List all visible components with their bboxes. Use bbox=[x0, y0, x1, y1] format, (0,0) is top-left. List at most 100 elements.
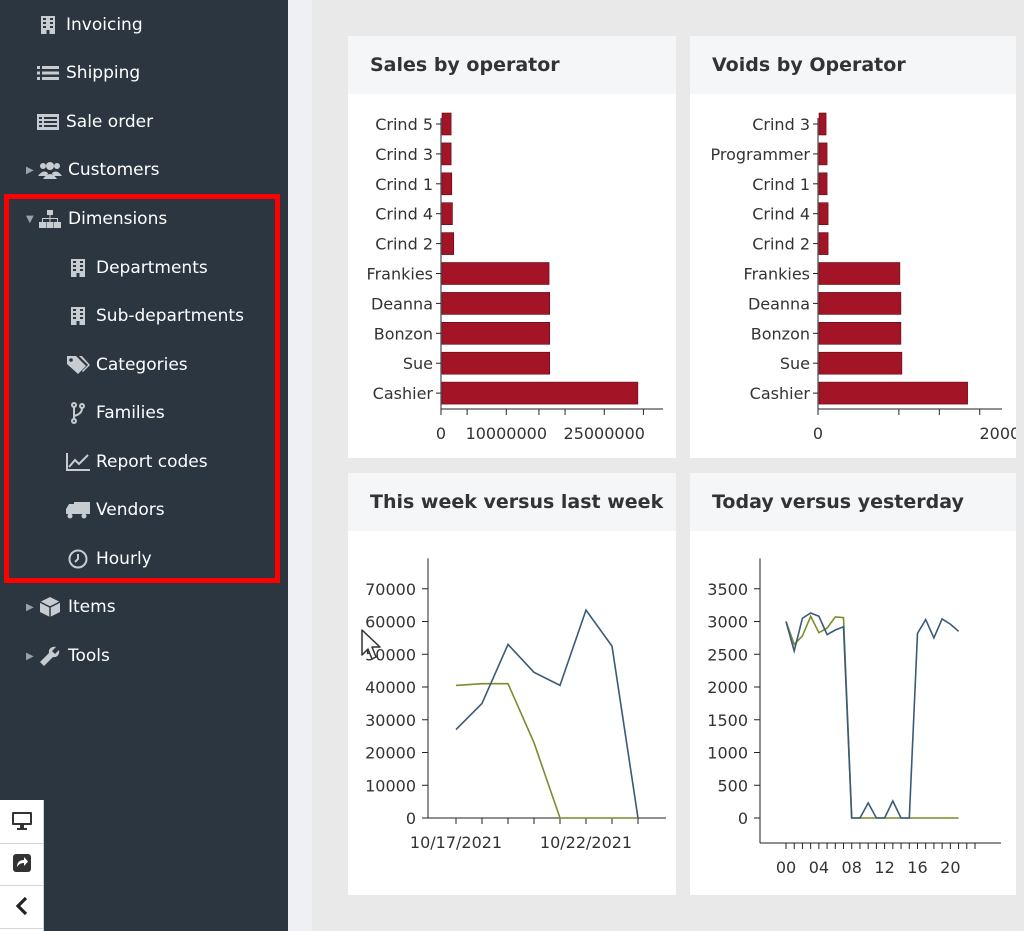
y-tick-label: Crind 2 bbox=[752, 235, 810, 254]
y-tick-label: Crind 1 bbox=[752, 175, 810, 194]
bar bbox=[441, 381, 639, 405]
share-button[interactable] bbox=[0, 844, 44, 886]
day-comparison-title: Today versus yesterday bbox=[690, 473, 1016, 531]
sales-by-operator-card: Sales by operator Crind 5 Crind 3 Crind 1C… bbox=[348, 36, 676, 458]
nav-item-label: Families bbox=[96, 403, 165, 423]
y-tick-label: Deanna bbox=[748, 294, 810, 313]
bottom-toolbar bbox=[0, 800, 44, 931]
caret-right-icon[interactable]: ▶ bbox=[26, 165, 36, 176]
bar bbox=[818, 381, 968, 405]
nav-items[interactable]: ▶ Items bbox=[26, 587, 116, 627]
wrench-icon bbox=[38, 645, 62, 667]
nav-item-label: Dimensions bbox=[68, 209, 168, 229]
caret-right-icon[interactable]: ▶ bbox=[26, 602, 36, 613]
caret-down-icon[interactable]: ▼ bbox=[26, 214, 36, 225]
voids-by-operator-chart: Crind 3 Programmer Crind 1 Crind 4 Crind 2 Fr… bbox=[710, 112, 1016, 443]
desktop-icon bbox=[11, 811, 33, 835]
users-icon bbox=[38, 161, 62, 179]
y-tick-label: 1500 bbox=[707, 711, 748, 730]
y-tick-label: 3000 bbox=[707, 613, 748, 632]
chevron-left-icon bbox=[15, 896, 29, 920]
sidebar: Invoicing Shipping Sale order ▶ Customers ▼ Di… bbox=[0, 0, 288, 931]
collapse-sidebar-button[interactable] bbox=[0, 887, 44, 929]
week-comparison-chart: 01000020000300004000050000600007000010/1… bbox=[365, 558, 666, 852]
series-line-0 bbox=[785, 612, 960, 819]
y-tick-label: Sue bbox=[780, 354, 810, 373]
bar bbox=[818, 112, 827, 136]
x-tick-label: 00 bbox=[776, 858, 796, 877]
nav-item-label: Hourly bbox=[96, 549, 152, 569]
x-tick-label: 25000000 bbox=[564, 424, 645, 443]
bar bbox=[818, 262, 901, 285]
x-tick-label: 10/22/2021 bbox=[540, 833, 632, 852]
nav-departments[interactable]: Departments bbox=[66, 248, 208, 288]
y-tick-label: 30000 bbox=[365, 711, 416, 730]
x-tick-label: 10/17/2021 bbox=[410, 833, 502, 852]
nav-sale-order[interactable]: Sale order bbox=[36, 102, 153, 142]
y-tick-label: Cashier bbox=[373, 384, 434, 403]
nav-dimensions[interactable]: ▼ Dimensions bbox=[26, 199, 167, 239]
nav-report-codes[interactable]: Report codes bbox=[66, 442, 208, 482]
nav-item-label: Shipping bbox=[66, 63, 141, 83]
nav-item-label: Tools bbox=[68, 646, 110, 666]
x-tick-label: 08 bbox=[842, 858, 862, 877]
y-tick-label: Crind 4 bbox=[752, 205, 810, 224]
clock-icon bbox=[66, 549, 90, 569]
voids-by-operator-card: Voids by Operator Crind 3 Programmer Crind… bbox=[690, 36, 1016, 458]
x-tick-label: 0 bbox=[813, 424, 823, 443]
nav-vendors[interactable]: Vendors bbox=[66, 490, 165, 530]
nav-shipping[interactable]: Shipping bbox=[36, 53, 140, 93]
truck-icon bbox=[66, 501, 90, 519]
y-tick-label: 1000 bbox=[707, 744, 748, 763]
sitemap-icon bbox=[38, 210, 62, 228]
nav-categories[interactable]: Categories bbox=[66, 345, 188, 385]
nav-families[interactable]: Families bbox=[66, 393, 165, 433]
chart-line-icon bbox=[66, 453, 90, 471]
bar bbox=[441, 112, 452, 136]
y-tick-label: 2000 bbox=[707, 678, 748, 697]
bar bbox=[818, 172, 828, 196]
y-tick-label: 70000 bbox=[365, 580, 416, 599]
week-comparison-card: This week versus last week 0 10000 20000 30… bbox=[348, 473, 676, 895]
bar bbox=[441, 172, 453, 196]
x-tick-label: 20 bbox=[940, 858, 960, 877]
y-tick-label: 40000 bbox=[365, 678, 416, 697]
nav-invoicing[interactable]: Invoicing bbox=[36, 5, 143, 45]
bar bbox=[818, 351, 903, 375]
building-icon bbox=[66, 306, 90, 326]
desktop-button[interactable] bbox=[0, 802, 44, 844]
y-tick-label: 10000 bbox=[365, 776, 416, 795]
nav-item-label: Customers bbox=[68, 160, 160, 180]
bar bbox=[818, 292, 902, 315]
cube-icon bbox=[38, 596, 62, 618]
nav-sub-departments[interactable]: Sub-departments bbox=[66, 296, 244, 336]
week-comparison-title: This week versus last week bbox=[348, 473, 676, 531]
voids-by-operator-title: Voids by Operator bbox=[690, 36, 1016, 94]
nav-item-label: Items bbox=[68, 597, 116, 617]
list-alt-icon bbox=[36, 114, 60, 130]
day-comparison-card: Today versus yesterday 0 500 1000 1500 2000 2… bbox=[690, 473, 1016, 895]
y-tick-label: Programmer bbox=[710, 145, 810, 164]
y-tick-label: Deanna bbox=[371, 294, 433, 313]
nav-hourly[interactable]: Hourly bbox=[66, 539, 152, 579]
nav-customers[interactable]: ▶ Customers bbox=[26, 150, 159, 190]
building-icon bbox=[36, 15, 60, 35]
bar bbox=[441, 232, 455, 255]
caret-right-icon[interactable]: ▶ bbox=[26, 651, 36, 662]
nav-tools[interactable]: ▶ Tools bbox=[26, 636, 110, 676]
x-tick-label: 20000000 bbox=[979, 424, 1016, 443]
sales-by-operator-chart: Crind 5 Crind 3 Crind 1 Crind 4 Crind 2 Frank… bbox=[367, 112, 663, 443]
nav-item-label: Sale order bbox=[66, 112, 154, 132]
nav-item-label: Report codes bbox=[96, 452, 208, 472]
y-tick-label: Bonzon bbox=[751, 324, 810, 343]
day-comparison-chart: 0 500 1000 1500 2000 2500 3000 3500 00 04 08 12 16 20 bbox=[707, 558, 1001, 877]
x-tick-label: 12 bbox=[874, 858, 894, 877]
bar bbox=[818, 202, 829, 225]
bar bbox=[818, 142, 828, 166]
bar bbox=[441, 351, 551, 375]
series-line-1 bbox=[455, 682, 638, 819]
tags-icon bbox=[66, 355, 90, 375]
branch-icon bbox=[66, 402, 90, 424]
bar bbox=[441, 202, 453, 225]
bar bbox=[441, 322, 551, 345]
